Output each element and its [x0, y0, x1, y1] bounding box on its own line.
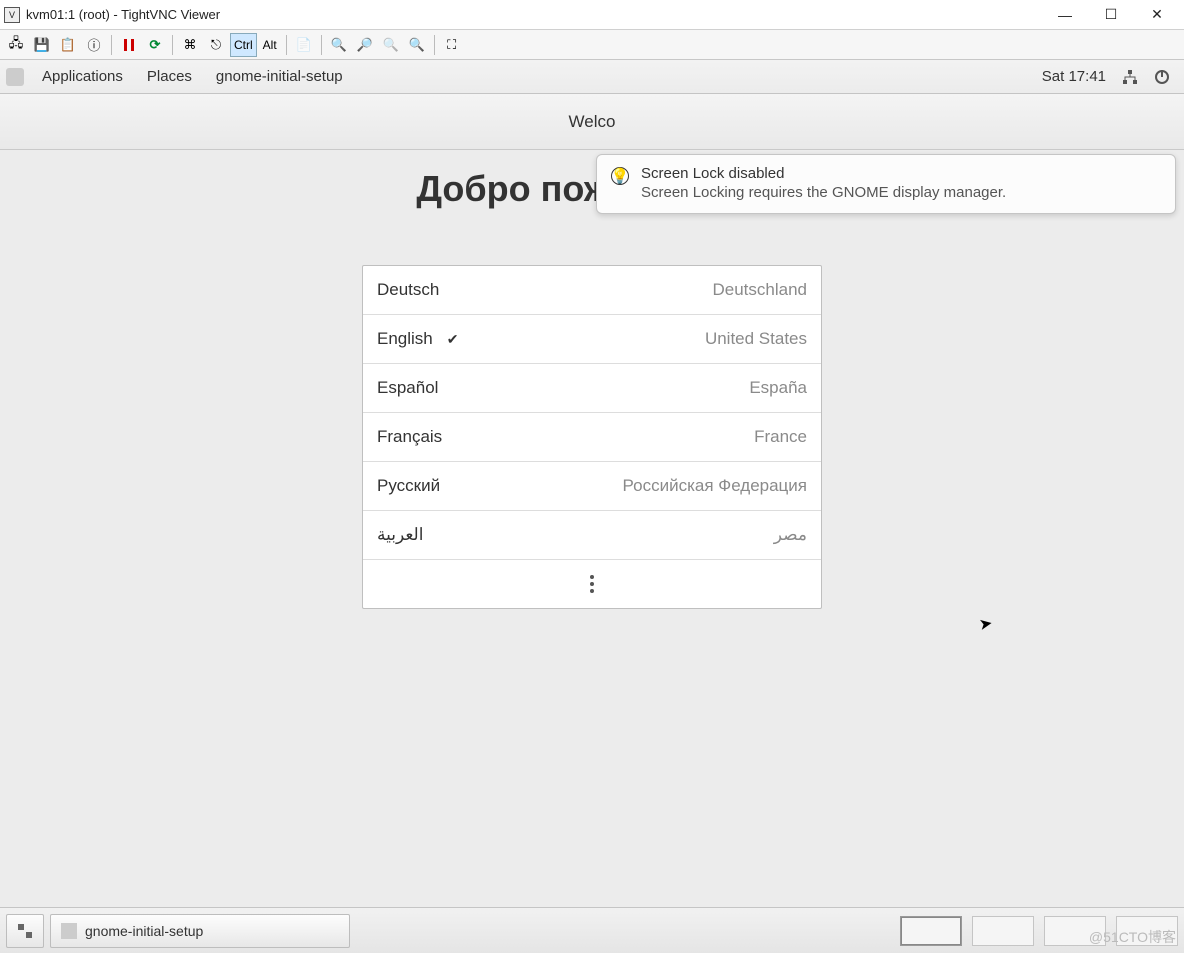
language-country: Deutschland — [712, 280, 807, 300]
notification-title: Screen Lock disabled — [641, 165, 1159, 182]
language-name: Русский — [377, 476, 440, 496]
language-name: Deutsch — [377, 280, 439, 300]
welcome-header-text: Welco — [569, 112, 616, 132]
more-languages-button[interactable] — [363, 560, 821, 608]
language-country: France — [754, 427, 807, 447]
notification-popup[interactable]: 💡 Screen Lock disabled Screen Locking re… — [596, 154, 1176, 214]
language-row-espanol[interactable]: Español España — [363, 364, 821, 413]
gnome-topbar: Applications Places gnome-initial-setup … — [0, 60, 1184, 94]
app-icon — [61, 923, 77, 939]
gnome-taskbar: gnome-initial-setup — [0, 907, 1184, 953]
initial-setup-content: Добро пожаловать! Deutsch Deutschland En… — [0, 150, 1184, 907]
applications-icon — [6, 68, 24, 86]
ctrl-esc-icon[interactable]: ⎋ — [204, 33, 228, 57]
vertical-ellipsis-icon — [590, 575, 594, 593]
pause-icon[interactable] — [117, 33, 141, 57]
vnc-titlebar: V kvm01:1 (root) - TightVNC Viewer — ☐ ✕ — [0, 0, 1184, 30]
zoom-auto-icon[interactable]: 🔍 — [405, 33, 429, 57]
refresh-icon[interactable]: ⟳ — [143, 33, 167, 57]
options-icon[interactable]: 📋 — [56, 33, 80, 57]
taskbar-app-label: gnome-initial-setup — [85, 923, 203, 939]
lightbulb-icon: 💡 — [611, 167, 629, 185]
workspace-indicator-2[interactable] — [972, 916, 1034, 946]
taskbar-app-gnome-initial-setup[interactable]: gnome-initial-setup — [50, 914, 350, 948]
language-country: España — [749, 378, 807, 398]
language-row-deutsch[interactable]: Deutsch Deutschland — [363, 266, 821, 315]
language-row-russian[interactable]: Русский Российская Федерация — [363, 462, 821, 511]
current-app-menu[interactable]: gnome-initial-setup — [204, 60, 355, 94]
zoom-out-icon[interactable]: 🔎 — [353, 33, 377, 57]
show-desktop-button[interactable] — [6, 914, 44, 948]
places-menu[interactable]: Places — [135, 60, 204, 94]
language-row-francais[interactable]: Français France — [363, 413, 821, 462]
language-row-english[interactable]: English ✔ United States — [363, 315, 821, 364]
power-icon[interactable] — [1152, 67, 1172, 87]
workspace-indicator-1[interactable] — [900, 916, 962, 946]
workspace-indicator-4[interactable] — [1116, 916, 1178, 946]
save-icon[interactable]: 💾 — [30, 33, 54, 57]
new-connection-icon[interactable]: 🖧 — [4, 33, 28, 57]
workspace-indicator-3[interactable] — [1044, 916, 1106, 946]
transfer-icon[interactable]: 📄 — [292, 33, 316, 57]
clock[interactable]: Sat 17:41 — [1034, 68, 1114, 85]
network-icon[interactable] — [1120, 67, 1140, 87]
alt-toggle[interactable]: Alt — [259, 33, 281, 57]
language-name: العربية — [377, 525, 423, 545]
window-title: kvm01:1 (root) - TightVNC Viewer — [26, 7, 220, 22]
language-country: Российская Федерация — [623, 476, 807, 496]
language-country: مصر — [774, 525, 807, 545]
language-name: Français — [377, 427, 442, 447]
welcome-header-bar: Welco — [0, 94, 1184, 150]
remote-desktop: Applications Places gnome-initial-setup … — [0, 60, 1184, 953]
language-name: English — [377, 329, 433, 349]
zoom-100-icon[interactable]: 🔍 — [379, 33, 403, 57]
notification-body: Screen Locking requires the GNOME displa… — [641, 184, 1159, 201]
language-name: Español — [377, 378, 438, 398]
vnc-toolbar: 🖧 💾 📋 ⓘ ⟳ ⌘ ⎋ Ctrl Alt 📄 🔍 🔎 🔍 🔍 ⛶ — [0, 30, 1184, 60]
zoom-in-icon[interactable]: 🔍 — [327, 33, 351, 57]
vnc-app-icon: V — [4, 7, 20, 23]
language-country: United States — [705, 329, 807, 349]
info-icon[interactable]: ⓘ — [82, 33, 106, 57]
ctrl-toggle[interactable]: Ctrl — [230, 33, 257, 57]
language-row-arabic[interactable]: العربية مصر — [363, 511, 821, 560]
checkmark-icon: ✔ — [447, 331, 459, 348]
language-list: Deutsch Deutschland English ✔ United Sta… — [362, 265, 822, 609]
close-button[interactable]: ✕ — [1134, 1, 1180, 29]
mouse-cursor-icon: ➤ — [977, 613, 994, 635]
fullscreen-icon[interactable]: ⛶ — [440, 33, 464, 57]
maximize-button[interactable]: ☐ — [1088, 1, 1134, 29]
minimize-button[interactable]: — — [1042, 1, 1088, 29]
applications-menu[interactable]: Applications — [30, 60, 135, 94]
cad-icon[interactable]: ⌘ — [178, 33, 202, 57]
